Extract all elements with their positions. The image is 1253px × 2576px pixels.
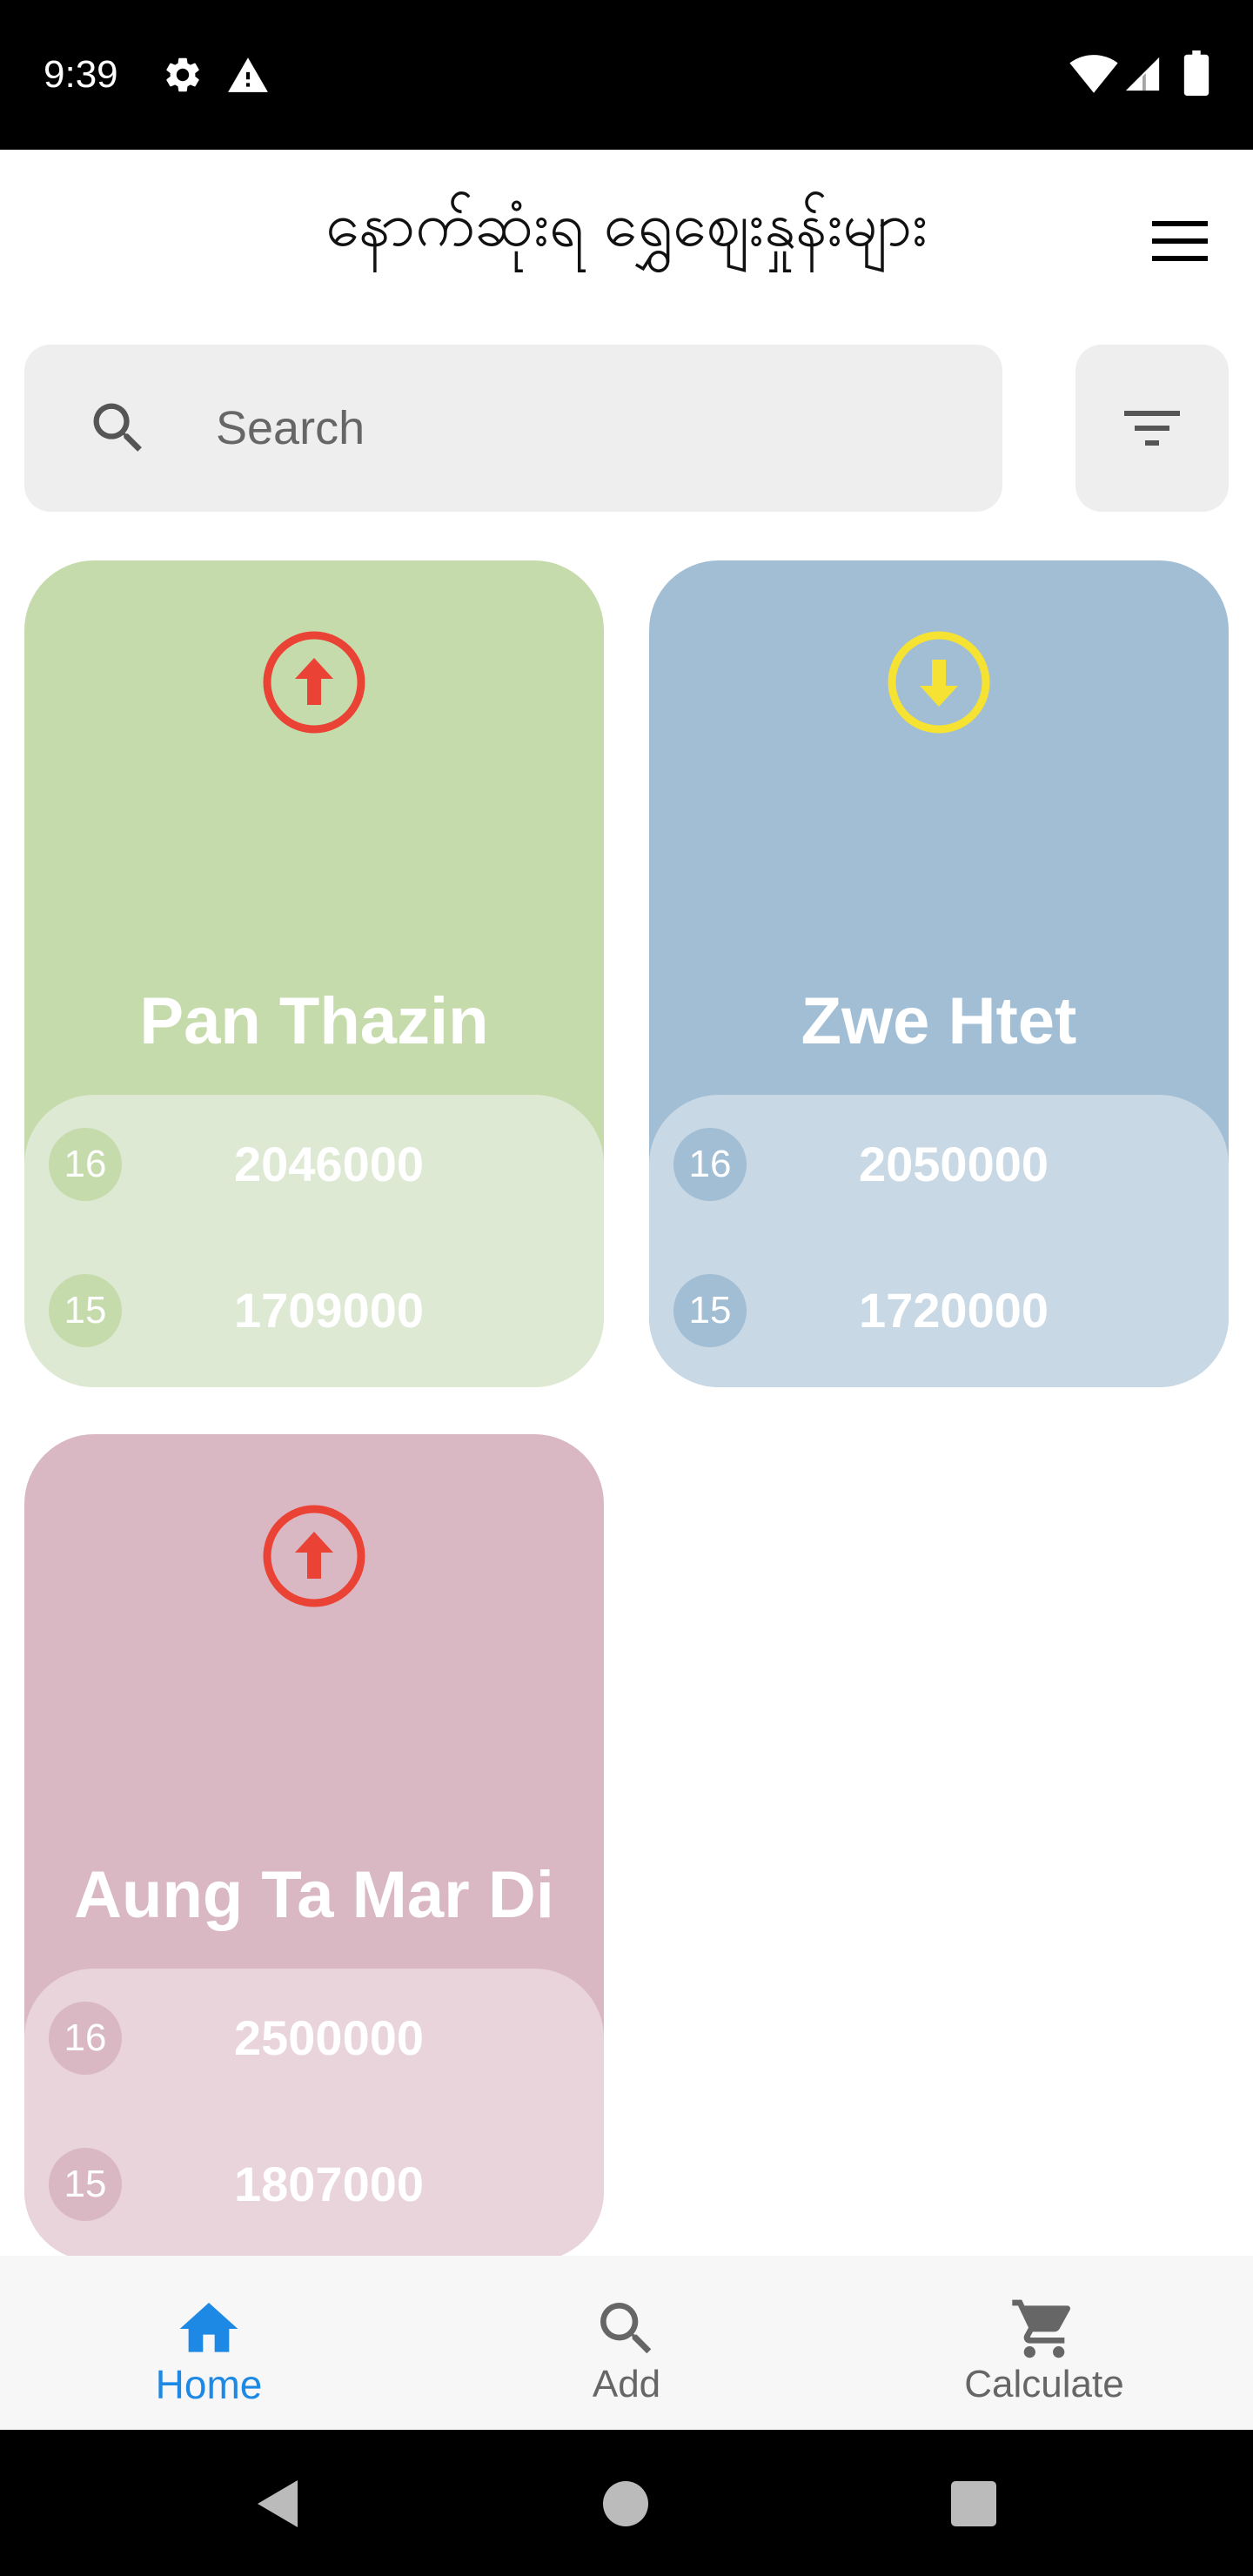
bottom-navigation: Home Add Calculate [0,2256,1253,2430]
grade-badge: 15 [49,2148,122,2221]
grade-badge: 16 [673,1128,747,1201]
cart-icon [1009,2294,1079,2364]
price-row: 15 1807000 [24,2141,604,2228]
price-row: 15 1709000 [24,1267,604,1354]
nav-item-calculate[interactable]: Calculate [835,2256,1253,2430]
alert-icon [226,54,270,94]
search-input[interactable] [216,393,964,463]
search-box[interactable] [24,345,1002,512]
price-value: 2500000 [233,2010,424,2065]
price-list: 16 2050000 15 1720000 [649,1095,1229,1387]
price-value: 2050000 [858,1137,1049,1191]
price-value: 1709000 [233,1283,424,1338]
nav-label-home: Home [155,2362,263,2407]
shop-name: Aung Ta Mar Di [74,1858,554,1932]
home-circle-icon[interactable] [586,2465,665,2543]
status-time: 9:39 [44,53,118,96]
price-row: 16 2500000 [24,1995,604,2082]
battery-icon [1183,50,1209,96]
screen: 9:39 နောက်ဆုံးရ ရွှေဈေးနှုန်းများ Search… [0,0,1253,2576]
price-value: 1720000 [858,1283,1049,1338]
price-row: 16 2050000 [649,1121,1229,1208]
wifi-icon [1069,52,1119,94]
arrow-up-circle-icon [262,630,366,735]
price-row: 15 1720000 [649,1267,1229,1354]
shop-card-zwe-htet[interactable]: Zwe Htet 16 2050000 15 1720000 [649,560,1229,1387]
arrow-down-circle-icon [887,630,991,735]
home-icon [174,2294,244,2364]
price-list: 16 2500000 15 1807000 [24,1969,604,2261]
price-row: 16 2046000 [24,1121,604,1208]
shop-card-pan-thazin[interactable]: Pan Thazin 16 2046000 15 1709000 [24,560,604,1387]
nav-label-calculate: Calculate [964,2363,1124,2405]
menu-button[interactable] [1140,202,1218,280]
page-title: နောက်ဆုံးရ ရွှေဈေးနှုန်းများ [325,189,928,260]
grade-badge: 16 [49,1128,122,1201]
signal-icon [1122,54,1163,94]
search-icon [85,395,151,466]
grade-badge: 15 [673,1274,747,1347]
hamburger-menu-icon [1140,202,1218,280]
search-icon [592,2294,661,2364]
grade-badge: 15 [49,1274,122,1347]
nav-label-add: Add [592,2363,661,2405]
shop-name: Zwe Htet [801,984,1077,1058]
filter-button[interactable] [1075,345,1229,512]
shop-name: Pan Thazin [139,984,489,1058]
gear-icon [162,54,204,96]
arrow-up-circle-icon [262,1504,366,1608]
shop-card-aung-ta-mar-di[interactable]: Aung Ta Mar Di 16 2500000 15 1807000 [24,1434,604,2261]
recents-icon[interactable] [935,2465,1013,2543]
grade-badge: 16 [49,2002,122,2075]
nav-item-home[interactable]: Home [0,2256,418,2430]
price-value: 1807000 [233,2157,424,2211]
price-value: 2046000 [233,1137,424,1191]
app-header: နောက်ဆုံးရ ရွှေဈေးနှုန်းများ [0,150,1253,324]
nav-item-add[interactable]: Add [418,2256,835,2430]
system-navigation-bar [0,2430,1253,2576]
status-bar: 9:39 [0,0,1253,150]
back-icon[interactable] [238,2465,317,2543]
price-list: 16 2046000 15 1709000 [24,1095,604,1387]
